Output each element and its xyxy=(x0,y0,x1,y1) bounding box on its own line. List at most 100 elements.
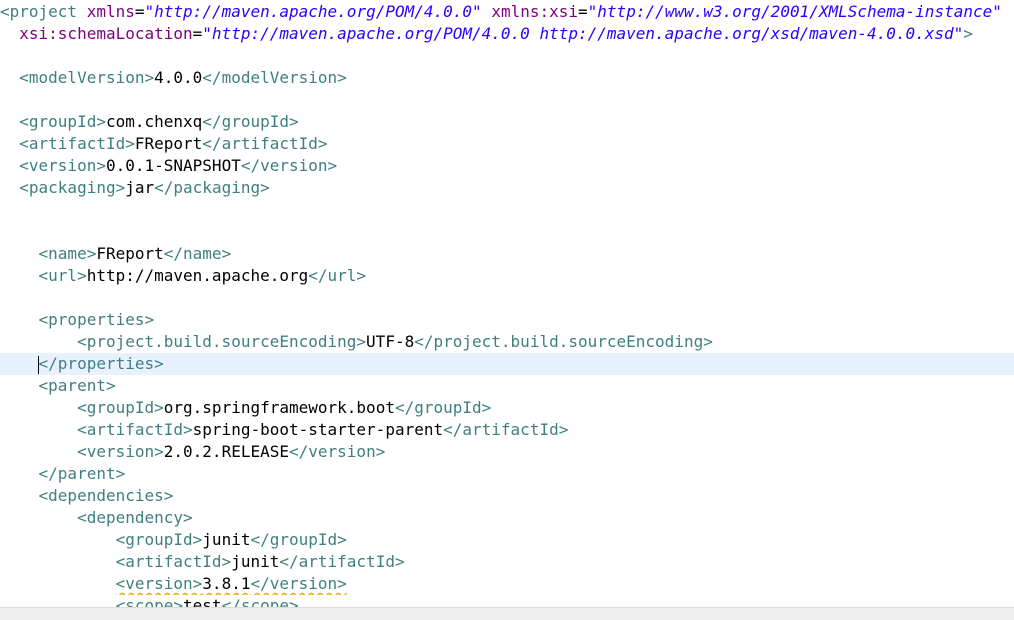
code-line[interactable] xyxy=(0,45,1014,67)
xml-tag-token: <groupId> xyxy=(77,398,164,417)
xml-tag-token: </url> xyxy=(308,266,367,285)
xml-text-token xyxy=(0,552,116,571)
xml-tag-token: <groupId> xyxy=(115,530,203,549)
xml-tag-token: <dependency> xyxy=(77,508,193,527)
xml-tag-token: <project xyxy=(0,2,78,21)
xml-text-token: 3.8.1 xyxy=(202,574,251,593)
xml-tag-token: <url> xyxy=(38,266,87,285)
xml-text-token xyxy=(0,508,77,527)
xml-text-token xyxy=(0,464,39,483)
code-line[interactable] xyxy=(0,287,1014,309)
code-line[interactable]: <url>http://maven.apache.org</url> xyxy=(0,265,1014,287)
code-line[interactable]: <groupId>com.chenxq</groupId> xyxy=(0,111,1014,133)
code-line[interactable]: <project.build.sourceEncoding>UTF-8</pro… xyxy=(0,331,1014,353)
xml-tag-token: </properties> xyxy=(38,354,164,373)
xml-text-token: jar xyxy=(125,178,155,197)
xml-text-token: org.springframework.boot xyxy=(163,398,395,417)
xml-tag-token: </modelVersion> xyxy=(202,68,347,87)
code-line[interactable]: <name>FReport</name> xyxy=(0,243,1014,265)
xml-tag-token: </project.build.sourceEncoding> xyxy=(414,332,713,351)
xml-tag-token: <modelVersion> xyxy=(19,68,155,87)
xml-tag-token: <version> xyxy=(115,574,203,593)
code-line[interactable] xyxy=(0,199,1014,221)
code-line[interactable]: <artifactId>FReport</artifactId> xyxy=(0,133,1014,155)
code-line[interactable]: <groupId>org.springframework.boot</group… xyxy=(0,397,1014,419)
xml-text-token xyxy=(0,134,19,153)
xml-tag-token: <artifactId> xyxy=(115,552,232,571)
xml-tag-token: </artifactId> xyxy=(202,134,328,153)
xml-text-token: 4.0.0 xyxy=(154,68,203,87)
xml-tag-token: </groupId> xyxy=(394,398,492,417)
current-code-line[interactable]: </properties> xyxy=(0,353,1014,375)
xml-text-token: = xyxy=(134,2,145,21)
xml-text-token: http://maven.apache.org xyxy=(86,266,309,285)
code-line[interactable]: <packaging>jar</packaging> xyxy=(0,177,1014,199)
xml-tag-token: </version> xyxy=(250,574,347,593)
xml-attribute-token: xmlns xyxy=(86,2,135,21)
xml-tag-token: <properties> xyxy=(38,310,155,329)
code-line[interactable]: <groupId>junit</groupId> xyxy=(0,529,1014,551)
xml-tag-token: <artifactId> xyxy=(19,134,135,153)
code-line[interactable]: <version>0.0.1-SNAPSHOT</version> xyxy=(0,155,1014,177)
xml-tag-token: </groupId> xyxy=(202,112,299,131)
xml-text-token xyxy=(0,332,77,351)
xml-text-token xyxy=(0,68,19,87)
xml-text-token xyxy=(0,486,39,505)
xml-text-token: com.chenxq xyxy=(105,112,203,131)
xml-tag-token: </version> xyxy=(240,156,338,175)
xml-text-token xyxy=(0,354,39,373)
xml-text-token xyxy=(77,2,87,21)
xml-text-token xyxy=(0,178,19,197)
code-line[interactable] xyxy=(0,221,1014,243)
xml-attribute-value-token: "http://maven.apache.org/POM/4.0.0" xyxy=(144,2,482,21)
xml-text-token: 2.0.2.RELEASE xyxy=(163,442,289,461)
code-line[interactable]: <parent> xyxy=(0,375,1014,397)
xml-text-token xyxy=(0,574,116,593)
code-line[interactable] xyxy=(0,89,1014,111)
xml-text-token xyxy=(0,24,19,43)
xml-text-token: = xyxy=(192,24,203,43)
code-line[interactable]: <artifactId>junit</artifactId> xyxy=(0,551,1014,573)
xml-text-token: 0.0.1-SNAPSHOT xyxy=(105,156,241,175)
code-line[interactable]: <project xmlns="http://maven.apache.org/… xyxy=(0,1,1014,23)
xml-tag-token: </version> xyxy=(289,442,386,461)
code-line[interactable]: xsi:schemaLocation="http://maven.apache.… xyxy=(0,23,1014,45)
code-line[interactable]: <artifactId>spring-boot-starter-parent</… xyxy=(0,419,1014,441)
xml-attribute-value-token: "http://maven.apache.org/POM/4.0.0 http:… xyxy=(202,24,964,43)
xml-tag-token: </groupId> xyxy=(250,530,347,549)
xml-attribute-value-token: "http://www.w3.org/2001/XMLSchema-instan… xyxy=(587,2,1002,21)
xml-text-token: FReport xyxy=(96,244,164,263)
code-line[interactable]: <dependencies> xyxy=(0,485,1014,507)
xml-tag-token: <name> xyxy=(38,244,97,263)
xml-attribute-token: xsi:schemaLocation xyxy=(19,24,193,43)
xml-tag-token: </artifactId> xyxy=(443,420,569,439)
xml-code-editor[interactable]: <project xmlns="http://maven.apache.org/… xyxy=(0,0,1014,620)
xml-text-token: spring-boot-starter-parent xyxy=(192,420,444,439)
xml-text-token: UTF-8 xyxy=(366,332,415,351)
xml-tag-token: <dependencies> xyxy=(38,486,174,505)
xml-tag-token: </packaging> xyxy=(154,178,270,197)
code-line[interactable]: <version>3.8.1</version> xyxy=(0,573,1014,595)
xml-text-token xyxy=(482,2,492,21)
xml-text-token xyxy=(0,112,19,131)
xml-text-token xyxy=(0,420,77,439)
xml-text-token xyxy=(0,310,39,329)
xml-tag-token: <parent> xyxy=(38,376,116,395)
xml-tag-token: </artifactId> xyxy=(279,552,405,571)
xml-text-token xyxy=(0,442,77,461)
xml-text-token xyxy=(0,244,39,263)
code-line[interactable]: <modelVersion>4.0.0</modelVersion> xyxy=(0,67,1014,89)
xml-tag-token: </name> xyxy=(163,244,232,263)
xml-text-token: junit xyxy=(231,552,280,571)
xml-tag-token: <version> xyxy=(19,156,106,175)
code-line[interactable]: <dependency> xyxy=(0,507,1014,529)
xml-tag-token: <version> xyxy=(77,442,164,461)
xml-text-token xyxy=(0,266,39,285)
xml-text-token xyxy=(0,156,19,175)
xml-attribute-token: xmlns:xsi xyxy=(491,2,579,21)
code-line[interactable]: <properties> xyxy=(0,309,1014,331)
code-line[interactable]: </parent> xyxy=(0,463,1014,485)
code-line[interactable]: <version>2.0.2.RELEASE</version> xyxy=(0,441,1014,463)
xml-text-token xyxy=(0,398,77,417)
horizontal-scrollbar[interactable] xyxy=(0,607,1014,620)
